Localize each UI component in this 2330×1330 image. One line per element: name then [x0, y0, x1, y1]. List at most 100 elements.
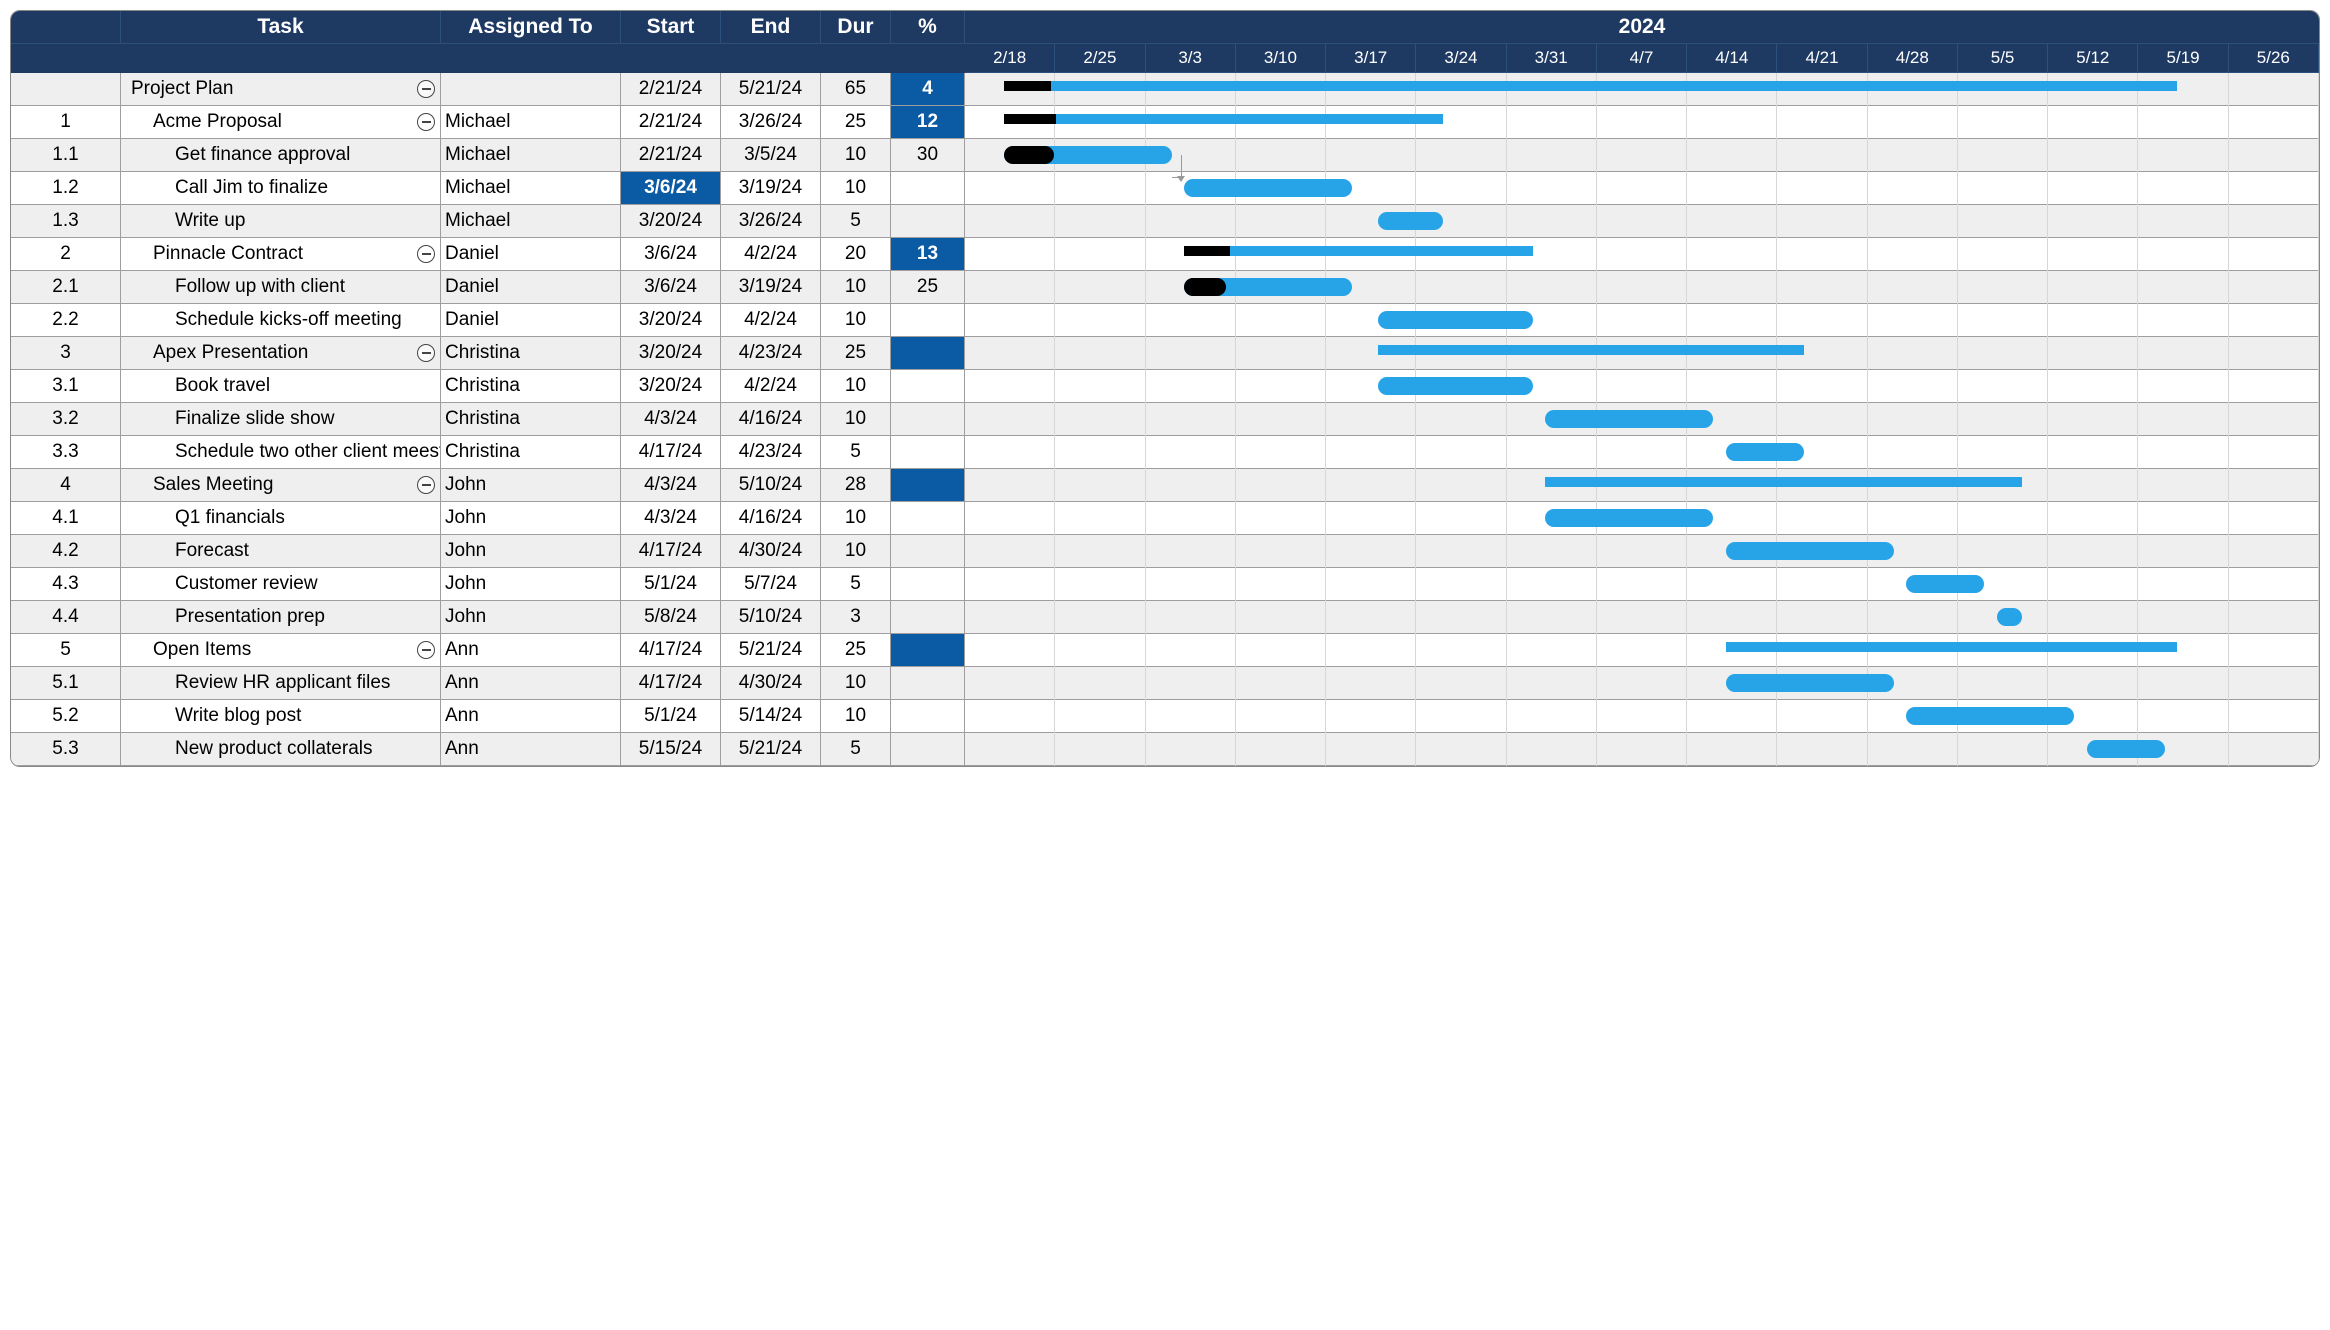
- task-bar[interactable]: [1378, 377, 1533, 395]
- start-cell[interactable]: 3/20/24: [621, 337, 721, 370]
- pct-cell[interactable]: [891, 205, 965, 238]
- dur-cell[interactable]: 5: [821, 436, 891, 469]
- task-bar[interactable]: [1906, 575, 1984, 593]
- end-cell[interactable]: 4/2/24: [721, 304, 821, 337]
- start-cell[interactable]: 3/6/24: [621, 238, 721, 271]
- assigned-cell[interactable]: Michael: [441, 106, 621, 139]
- end-cell[interactable]: 5/21/24: [721, 733, 821, 766]
- collapse-icon[interactable]: [417, 245, 435, 263]
- table-row[interactable]: 1Acme ProposalMichael2/21/243/26/242512: [11, 106, 965, 139]
- end-cell[interactable]: 4/16/24: [721, 502, 821, 535]
- end-cell[interactable]: 3/19/24: [721, 271, 821, 304]
- dur-cell[interactable]: 5: [821, 205, 891, 238]
- end-cell[interactable]: 4/2/24: [721, 238, 821, 271]
- start-cell[interactable]: 2/21/24: [621, 139, 721, 172]
- dur-cell[interactable]: 10: [821, 502, 891, 535]
- assigned-cell[interactable]: Ann: [441, 634, 621, 667]
- end-cell[interactable]: 4/2/24: [721, 370, 821, 403]
- assigned-cell[interactable]: John: [441, 535, 621, 568]
- task-bar[interactable]: [1545, 410, 1713, 428]
- table-row[interactable]: 1.3Write upMichael3/20/243/26/245: [11, 205, 965, 238]
- summary-bar[interactable]: [1545, 477, 2022, 487]
- task-bar[interactable]: [1906, 707, 2074, 725]
- pct-cell[interactable]: 12: [891, 106, 965, 139]
- table-row[interactable]: 1.2Call Jim to finalizeMichael3/6/243/19…: [11, 172, 965, 205]
- start-cell[interactable]: 4/17/24: [621, 535, 721, 568]
- dur-cell[interactable]: 65: [821, 73, 891, 106]
- collapse-icon[interactable]: [417, 80, 435, 98]
- end-cell[interactable]: 5/21/24: [721, 634, 821, 667]
- start-cell[interactable]: 3/6/24: [621, 271, 721, 304]
- task-cell[interactable]: Forecast: [121, 535, 441, 568]
- task-bar[interactable]: [1545, 509, 1713, 527]
- summary-bar[interactable]: [1004, 114, 1443, 124]
- pct-cell[interactable]: [891, 502, 965, 535]
- assigned-cell[interactable]: John: [441, 469, 621, 502]
- end-cell[interactable]: 3/5/24: [721, 139, 821, 172]
- task-bar[interactable]: [1184, 179, 1352, 197]
- table-row[interactable]: 3.3Schedule two other client meestingsCh…: [11, 436, 965, 469]
- task-cell[interactable]: Open Items: [121, 634, 441, 667]
- task-cell[interactable]: Write up: [121, 205, 441, 238]
- collapse-icon[interactable]: [417, 344, 435, 362]
- assigned-cell[interactable]: Christina: [441, 436, 621, 469]
- task-cell[interactable]: Presentation prep: [121, 601, 441, 634]
- dur-cell[interactable]: 25: [821, 106, 891, 139]
- start-cell[interactable]: 3/6/24: [621, 172, 721, 205]
- pct-cell[interactable]: 25: [891, 271, 965, 304]
- table-row[interactable]: 5Open ItemsAnn4/17/245/21/2425: [11, 634, 965, 667]
- collapse-icon[interactable]: [417, 476, 435, 494]
- task-cell[interactable]: Book travel: [121, 370, 441, 403]
- end-cell[interactable]: 4/16/24: [721, 403, 821, 436]
- task-bar[interactable]: [2087, 740, 2165, 758]
- end-cell[interactable]: 5/10/24: [721, 601, 821, 634]
- pct-cell[interactable]: [891, 403, 965, 436]
- assigned-cell[interactable]: John: [441, 601, 621, 634]
- start-cell[interactable]: 5/15/24: [621, 733, 721, 766]
- summary-bar[interactable]: [1184, 246, 1532, 256]
- table-row[interactable]: 3.2Finalize slide showChristina4/3/244/1…: [11, 403, 965, 436]
- task-bar[interactable]: [1997, 608, 2022, 626]
- start-cell[interactable]: 4/17/24: [621, 436, 721, 469]
- assigned-cell[interactable]: Christina: [441, 403, 621, 436]
- assigned-cell[interactable]: Michael: [441, 205, 621, 238]
- dur-cell[interactable]: 10: [821, 403, 891, 436]
- task-cell[interactable]: Get finance approval: [121, 139, 441, 172]
- pct-cell[interactable]: [891, 700, 965, 733]
- end-cell[interactable]: 5/21/24: [721, 73, 821, 106]
- pct-cell[interactable]: [891, 337, 965, 370]
- end-cell[interactable]: 5/7/24: [721, 568, 821, 601]
- end-cell[interactable]: 4/23/24: [721, 337, 821, 370]
- end-cell[interactable]: 3/26/24: [721, 106, 821, 139]
- timeline-chart-area[interactable]: [965, 73, 2319, 766]
- table-row[interactable]: 3.1Book travelChristina3/20/244/2/2410: [11, 370, 965, 403]
- header-start[interactable]: Start: [621, 11, 721, 44]
- task-bar[interactable]: [1378, 212, 1443, 230]
- end-cell[interactable]: 3/26/24: [721, 205, 821, 238]
- dur-cell[interactable]: 10: [821, 667, 891, 700]
- pct-cell[interactable]: [891, 172, 965, 205]
- table-row[interactable]: 2.1Follow up with clientDaniel3/6/243/19…: [11, 271, 965, 304]
- assigned-cell[interactable]: Christina: [441, 370, 621, 403]
- dur-cell[interactable]: 3: [821, 601, 891, 634]
- end-cell[interactable]: 4/30/24: [721, 667, 821, 700]
- task-cell[interactable]: Customer review: [121, 568, 441, 601]
- header-end[interactable]: End: [721, 11, 821, 44]
- dur-cell[interactable]: 5: [821, 733, 891, 766]
- dur-cell[interactable]: 25: [821, 634, 891, 667]
- end-cell[interactable]: 4/30/24: [721, 535, 821, 568]
- pct-cell[interactable]: [891, 535, 965, 568]
- task-bar[interactable]: [1184, 278, 1352, 296]
- task-bar[interactable]: [1004, 146, 1172, 164]
- table-row[interactable]: 5.3New product collateralsAnn5/15/245/21…: [11, 733, 965, 766]
- collapse-icon[interactable]: [417, 641, 435, 659]
- pct-cell[interactable]: [891, 436, 965, 469]
- start-cell[interactable]: 5/8/24: [621, 601, 721, 634]
- task-bar[interactable]: [1726, 674, 1894, 692]
- start-cell[interactable]: 2/21/24: [621, 106, 721, 139]
- start-cell[interactable]: 4/3/24: [621, 469, 721, 502]
- header-task[interactable]: Task: [121, 11, 441, 44]
- pct-cell[interactable]: 30: [891, 139, 965, 172]
- pct-cell[interactable]: [891, 304, 965, 337]
- pct-cell[interactable]: 13: [891, 238, 965, 271]
